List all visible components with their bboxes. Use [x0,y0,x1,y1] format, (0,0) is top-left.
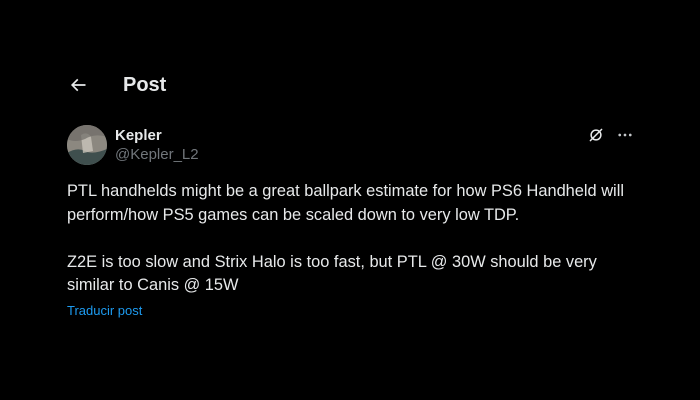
more-icon [616,126,634,149]
grok-button[interactable] [585,126,607,148]
author-name[interactable]: Kepler [115,127,162,144]
post-page: Post Kepler @Kepler_L2 PTL handhelds mig… [0,0,700,400]
more-button[interactable] [613,126,637,148]
back-button[interactable] [62,71,94,103]
post-text: PTL handhelds might be a great ballpark … [67,180,637,298]
grok-icon [587,126,605,149]
back-arrow-icon [68,75,88,100]
post-paragraph-2: Z2E is too slow and Strix Halo is too fa… [67,252,597,295]
author-handle[interactable]: @Kepler_L2 [115,146,199,163]
page-header: Post [0,62,700,112]
translate-post-link[interactable]: Traducir post [67,303,142,318]
avatar[interactable] [67,125,107,165]
page-title: Post [123,74,167,96]
post-paragraph-1: PTL handhelds might be a great ballpark … [67,182,624,224]
